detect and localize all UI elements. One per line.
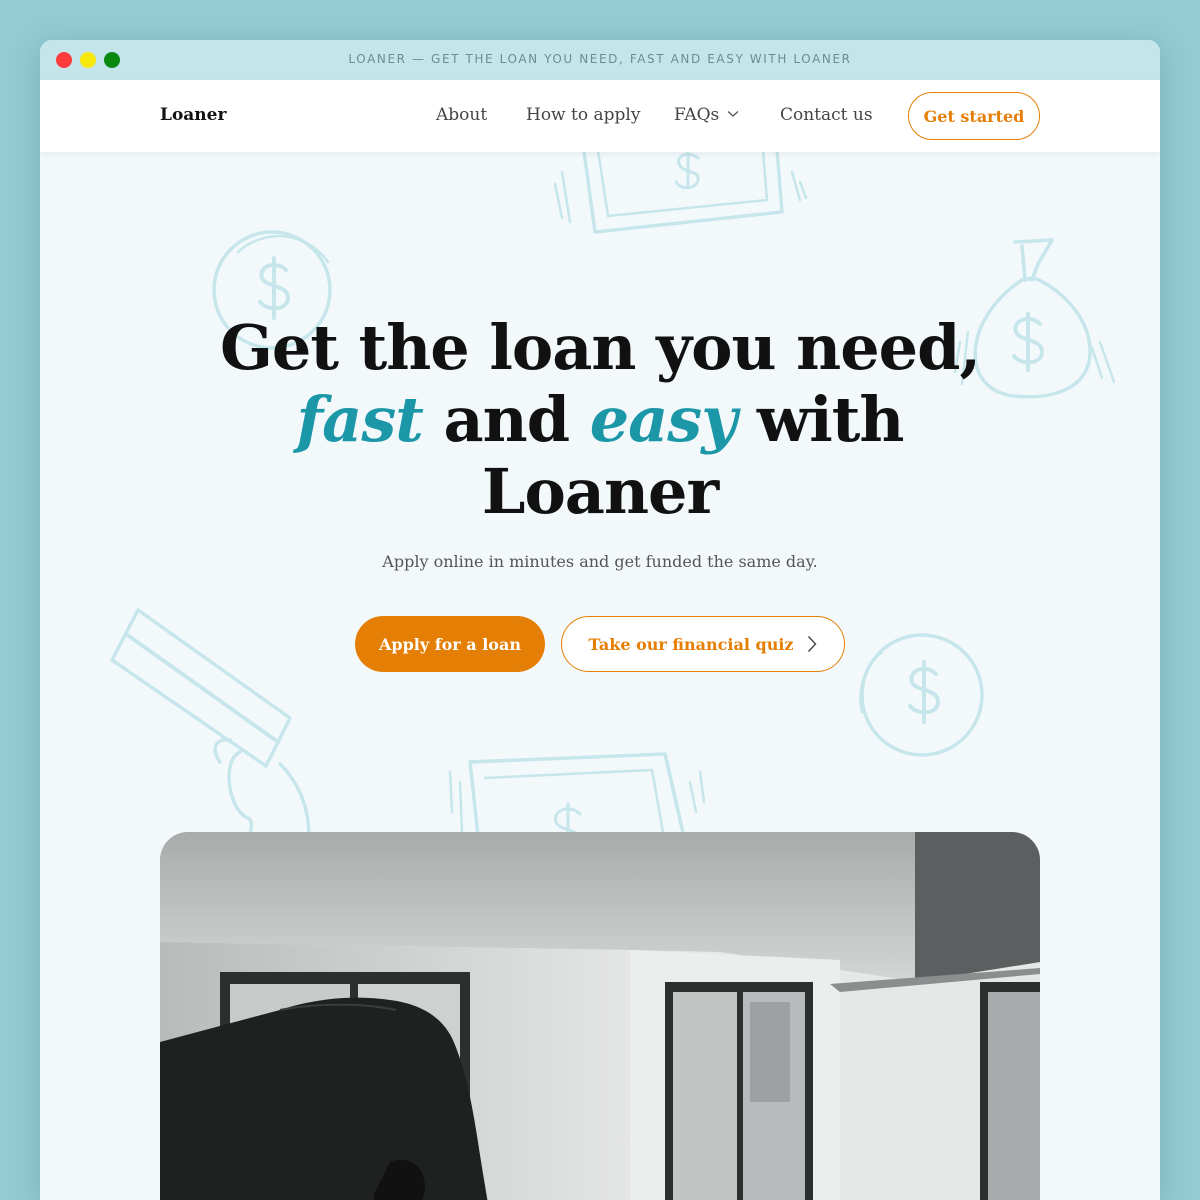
browser-window: LOANER — GET THE LOAN YOU NEED, FAST AND…	[40, 40, 1160, 1200]
financial-quiz-label: Take our financial quiz	[588, 634, 794, 654]
hero-headline: Get the loan you need, fast and easy wit…	[40, 312, 1160, 528]
window-titlebar: LOANER — GET THE LOAN YOU NEED, FAST AND…	[40, 40, 1160, 80]
coin-icon	[859, 633, 984, 757]
chevron-right-icon	[808, 636, 817, 652]
apply-for-loan-label: Apply for a loan	[379, 634, 521, 654]
apply-for-loan-button[interactable]: Apply for a loan	[355, 616, 545, 672]
financial-quiz-button[interactable]: Take our financial quiz	[561, 616, 845, 672]
window-title: LOANER — GET THE LOAN YOU NEED, FAST AND…	[348, 52, 852, 66]
get-started-button[interactable]: Get started	[908, 92, 1040, 140]
nav-link-how-to-apply[interactable]: How to apply	[526, 105, 640, 125]
apartment-photo-illustration	[160, 832, 1040, 1200]
nav-link-about[interactable]: About	[436, 105, 487, 125]
headline-fast: fast	[296, 383, 424, 456]
nav-link-faqs[interactable]: FAQs	[674, 105, 719, 125]
navbar: Loaner About How to apply FAQs Contact u…	[40, 80, 1160, 152]
headline-line-1: Get the loan you need,	[219, 311, 981, 384]
hero-section: Get the loan you need, fast and easy wit…	[40, 152, 1160, 1200]
chevron-down-icon[interactable]	[727, 110, 739, 118]
hero-subtitle: Apply online in minutes and get funded t…	[382, 552, 818, 571]
hero-photo-keys-handover	[160, 832, 1040, 1200]
headline-and: and	[422, 383, 590, 456]
headline-easy: easy	[589, 383, 738, 456]
nav-link-contact-us[interactable]: Contact us	[780, 105, 873, 125]
logo[interactable]: Loaner	[160, 105, 226, 125]
headline-line-3: Loaner	[481, 455, 719, 528]
headline-with: with	[736, 383, 905, 456]
banknote-icon	[553, 152, 808, 234]
